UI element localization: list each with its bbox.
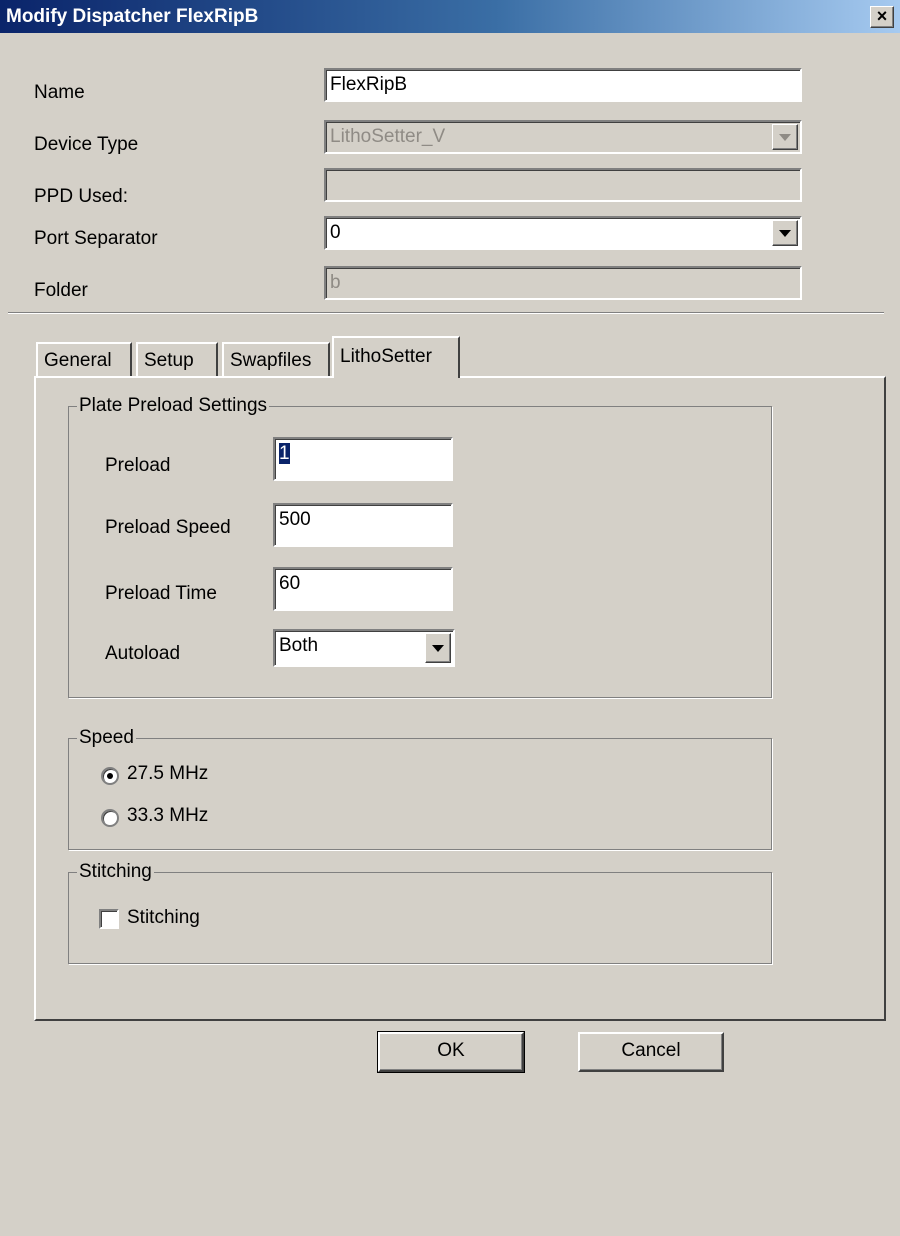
speed-option-27-5-label[interactable]: 27.5 MHz xyxy=(127,763,208,785)
speed-radio-27-5[interactable] xyxy=(101,767,119,785)
autoload-label: Autoload xyxy=(105,643,181,664)
tab-swapfiles-label: Swapfiles xyxy=(230,350,312,371)
speed-option-33-3-label[interactable]: 33.3 MHz xyxy=(127,805,208,827)
device-type-label: Device Type xyxy=(34,134,139,155)
ok-button[interactable]: OK xyxy=(377,1031,525,1073)
chevron-down-icon xyxy=(432,645,444,652)
tab-swapfiles[interactable]: Swapfiles xyxy=(222,342,330,378)
cancel-button-label: Cancel xyxy=(621,1040,681,1061)
cancel-button[interactable]: Cancel xyxy=(578,1032,724,1072)
stitching-checkbox-label[interactable]: Stitching xyxy=(127,907,200,929)
preload-label: Preload xyxy=(105,455,171,476)
ppd-used-field xyxy=(324,168,802,202)
device-type-select: LithoSetter_V xyxy=(324,120,802,154)
preload-speed-input[interactable]: 500 xyxy=(273,503,453,547)
preload-input[interactable]: 1 xyxy=(273,437,453,481)
autoload-value: Both xyxy=(279,635,319,656)
speed-radio-33-3[interactable] xyxy=(101,809,119,827)
preload-speed-label: Preload Speed xyxy=(105,517,231,538)
radio-selected-dot xyxy=(107,773,113,779)
ok-button-label: OK xyxy=(437,1040,465,1061)
window-title: Modify Dispatcher FlexRipB xyxy=(6,6,259,27)
separator xyxy=(8,312,884,314)
plate-preload-group: Plate Preload Settings Preload 1 Preload… xyxy=(68,395,772,698)
speed-group: Speed 27.5 MHz 33.3 MHz xyxy=(68,727,772,850)
tab-lithosetter-label: LithoSetter xyxy=(340,346,432,367)
device-type-value: LithoSetter_V xyxy=(330,126,446,147)
tab-setup-label: Setup xyxy=(144,350,194,371)
preload-input-value: 1 xyxy=(279,443,290,464)
name-input-value: FlexRipB xyxy=(330,74,408,95)
port-separator-select[interactable]: 0 xyxy=(324,216,802,250)
lithosetter-panel: Plate Preload Settings Preload 1 Preload… xyxy=(34,376,886,1021)
close-icon: × xyxy=(876,6,888,26)
ppd-used-label: PPD Used: xyxy=(34,186,128,207)
folder-field: b xyxy=(324,266,802,300)
tab-general[interactable]: General xyxy=(36,342,132,378)
folder-label: Folder xyxy=(34,280,88,301)
port-separator-value: 0 xyxy=(330,222,341,243)
title-bar: Modify Dispatcher FlexRipB × xyxy=(0,0,900,33)
preload-time-input[interactable]: 60 xyxy=(273,567,453,611)
stitching-group-title: Stitching xyxy=(77,861,154,883)
chevron-down-icon xyxy=(779,134,791,141)
port-separator-dropdown-button[interactable] xyxy=(772,220,798,246)
port-separator-label: Port Separator xyxy=(34,228,158,249)
plate-preload-group-title: Plate Preload Settings xyxy=(77,395,270,417)
chevron-down-icon xyxy=(779,230,791,237)
preload-time-value: 60 xyxy=(279,573,301,594)
name-input[interactable]: FlexRipB xyxy=(324,68,802,102)
tab-setup[interactable]: Setup xyxy=(136,342,218,378)
name-label: Name xyxy=(34,82,85,103)
device-type-dropdown-button xyxy=(772,124,798,150)
stitching-group: Stitching Stitching xyxy=(68,861,772,964)
preload-speed-value: 500 xyxy=(279,509,311,530)
speed-group-title: Speed xyxy=(77,727,136,749)
tab-general-label: General xyxy=(44,350,112,371)
autoload-dropdown-button[interactable] xyxy=(425,633,451,663)
close-button[interactable]: × xyxy=(870,6,894,28)
preload-time-label: Preload Time xyxy=(105,583,217,604)
folder-value: b xyxy=(330,272,341,293)
stitching-checkbox[interactable] xyxy=(99,909,119,929)
autoload-select[interactable]: Both xyxy=(273,629,455,667)
tab-lithosetter[interactable]: LithoSetter xyxy=(332,336,460,378)
